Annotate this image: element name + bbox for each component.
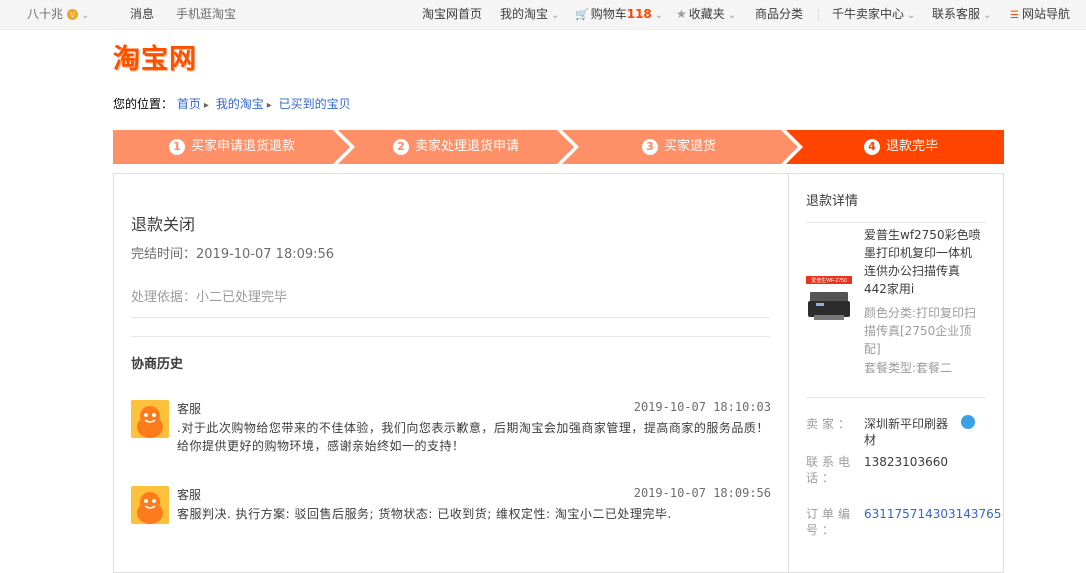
product-image-label: 爱普生WF-2750: [811, 277, 847, 284]
step-1: 1 买家申请退货退款: [169, 130, 295, 164]
step-3: 3 买家退货: [642, 130, 716, 164]
my-taobao-menu[interactable]: 我的淘宝 ⌄: [500, 0, 559, 29]
seller-key: 卖家：: [806, 417, 855, 431]
message-time: 2019-10-07 18:09:56: [633, 486, 771, 500]
message-sender: 客服: [177, 402, 202, 416]
step-2-label: 卖家处理退货申请: [415, 139, 520, 154]
product-name-link[interactable]: 爱普生wf2750彩色喷墨打印机复印一体机连供办公扫描传真442家用i: [864, 226, 982, 298]
phone-key: 联系电话：: [806, 455, 855, 485]
breadcrumb-home[interactable]: 首页: [177, 97, 201, 111]
avatar: [131, 400, 169, 438]
step-1-label: 买家申请退货退款: [191, 139, 296, 154]
seller-center-label: 千牛卖家中心: [832, 7, 905, 21]
order-number-link[interactable]: 631175714303143765: [864, 506, 1001, 522]
message-time: 2019-10-07 18:10:03: [633, 400, 771, 414]
site-topbar: 八十兆 v ⌄ 消息 手机逛淘宝 淘宝网首页 我的淘宝 ⌄ 🛒 购物车118 ⌄ ★ 收藏夹…: [0, 0, 1086, 30]
categories-link[interactable]: 商品分类: [755, 0, 803, 29]
mobile-taobao-link[interactable]: 手机逛淘宝: [176, 0, 236, 29]
wangwang-chat-icon[interactable]: [961, 415, 975, 429]
step-4: 4 退款完毕: [864, 130, 938, 164]
cart-label: 购物车: [590, 7, 627, 21]
chevron-down-icon: ⌄: [81, 10, 90, 21]
handling-basis: 处理依据：小二已处理完毕: [131, 290, 288, 305]
service-mascot-icon: [131, 400, 169, 438]
service-label: 联系客服: [932, 7, 981, 21]
site-nav-label: 网站导航: [1021, 7, 1070, 21]
chevron-down-icon: ⌄: [727, 10, 737, 21]
refund-status-title: 退款关闭: [131, 215, 196, 234]
cart-count: 118: [626, 7, 652, 21]
service-mascot-icon: [131, 486, 169, 524]
order-key: 订单编号：: [806, 507, 855, 537]
vip-coin-icon: v: [67, 9, 79, 20]
refund-details-panel: 退款详情 爱普生WF-2750 爱普生wf2750彩色喷墨打印机复印一体机连供办…: [788, 173, 1004, 573]
star-icon: ★: [676, 7, 687, 21]
step-4-number: 4: [864, 139, 880, 155]
chevron-down-icon: ⌄: [551, 10, 560, 21]
divider: [806, 222, 986, 223]
taobao-logo[interactable]: 淘宝网: [113, 42, 197, 78]
divider: [806, 397, 986, 398]
message-text: .对于此次购物给您带来的不佳体验，我们向您表示歉意，后期淘宝会加强商家管理，提高…: [177, 421, 769, 453]
messages-link[interactable]: 消息: [130, 0, 154, 29]
favorites-label: 收藏夹: [688, 7, 725, 21]
step-4-label: 退款完毕: [886, 139, 939, 154]
seller-phone: 13823103660: [864, 455, 948, 469]
user-menu[interactable]: 八十兆 v ⌄: [27, 0, 89, 29]
negotiation-history-title: 协商历史: [131, 357, 184, 372]
breadcrumb-bought-items[interactable]: 已买到的宝贝: [279, 97, 351, 111]
breadcrumb: 您的位置： 首页 ▸ 我的淘宝 ▸ 已买到的宝贝: [113, 95, 351, 112]
step-1-number: 1: [169, 139, 185, 155]
printer-icon: 爱普生WF-2750: [806, 276, 852, 320]
refund-details-title: 退款详情: [806, 194, 859, 209]
seller-center-menu[interactable]: 千牛卖家中心 ⌄: [832, 0, 915, 29]
finish-time: 完结时间：2019-10-07 18:09:56: [131, 247, 335, 262]
breadcrumb-my-taobao[interactable]: 我的淘宝: [216, 97, 264, 111]
username: 八十兆: [27, 7, 64, 21]
step-2-number: 2: [393, 139, 409, 155]
divider: [131, 317, 770, 318]
product-package: 套餐类型:套餐二: [864, 361, 953, 375]
favorites-menu[interactable]: ★ 收藏夹 ⌄: [676, 0, 736, 29]
my-taobao-label: 我的淘宝: [500, 7, 549, 21]
avatar: [131, 486, 169, 524]
service-menu[interactable]: 联系客服 ⌄: [932, 0, 991, 29]
breadcrumb-separator-icon: ▸: [203, 100, 209, 111]
product-image[interactable]: 爱普生WF-2750: [806, 276, 852, 326]
message-sender: 客服: [177, 488, 202, 502]
breadcrumb-label: 您的位置：: [113, 97, 174, 111]
refund-status-panel: 退款关闭 完结时间：2019-10-07 18:09:56 处理依据：小二已处理…: [113, 173, 788, 573]
divider: [131, 336, 770, 337]
step-2: 2 卖家处理退货申请: [393, 130, 519, 164]
site-nav-menu[interactable]: ☰ 网站导航: [1010, 0, 1070, 29]
menu-icon: ☰: [1010, 10, 1019, 21]
chevron-down-icon: ⌄: [907, 10, 916, 21]
step-3-number: 3: [642, 139, 658, 155]
cart-icon: 🛒: [575, 8, 589, 21]
product-spec: 颜色分类:打印复印扫描传真[2750企业顶配]: [864, 306, 977, 356]
taobao-home-link[interactable]: 淘宝网首页: [422, 0, 482, 29]
divider: [818, 9, 819, 21]
cart-link[interactable]: 🛒 购物车118 ⌄: [575, 0, 663, 29]
breadcrumb-separator-icon: ▸: [266, 100, 272, 111]
step-3-label: 买家退货: [664, 139, 717, 154]
refund-progress-steps: 1 买家申请退货退款 2 卖家处理退货申请 3 买家退货 4 退款完毕: [113, 130, 1004, 164]
message-text: 客服判决. 执行方案: 驳回售后服务; 货物状态: 已收到货; 维权定性: 淘宝…: [177, 507, 672, 521]
seller-name[interactable]: 深圳新平印刷器材: [864, 416, 959, 448]
chevron-down-icon: ⌄: [983, 10, 992, 21]
chevron-down-icon: ⌄: [654, 10, 664, 21]
